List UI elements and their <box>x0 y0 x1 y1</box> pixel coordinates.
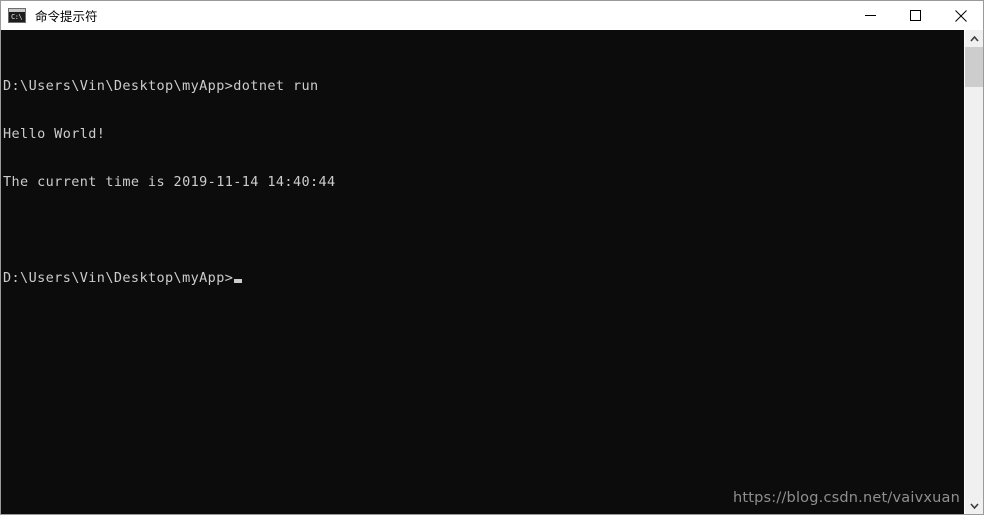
console-text: D:\Users\Vin\Desktop\myApp>dotnet run He… <box>3 46 336 318</box>
title-bar[interactable]: C:\ 命令提示符 <box>1 1 983 30</box>
maximize-button[interactable] <box>893 1 938 30</box>
maximize-icon <box>910 10 921 21</box>
console-line: Hello World! <box>3 126 106 142</box>
client-area: D:\Users\Vin\Desktop\myApp>dotnet run He… <box>1 30 983 514</box>
minimize-button[interactable] <box>848 1 893 30</box>
cmd-icon-prompt-text: C:\ <box>11 13 23 21</box>
console-prompt-text: D:\Users\Vin\Desktop\myApp> <box>3 270 234 286</box>
console-line: D:\Users\Vin\Desktop\myApp>dotnet run <box>3 78 319 94</box>
text-cursor <box>234 279 243 283</box>
console-prompt-line: D:\Users\Vin\Desktop\myApp> <box>3 270 336 286</box>
close-icon <box>954 9 967 22</box>
chevron-down-icon <box>969 502 979 509</box>
console-output-area[interactable]: D:\Users\Vin\Desktop\myApp>dotnet run He… <box>1 30 964 514</box>
vertical-scrollbar[interactable] <box>964 30 983 514</box>
window-controls <box>848 1 983 30</box>
scrollbar-track[interactable] <box>965 47 983 497</box>
scroll-down-button[interactable] <box>965 497 983 514</box>
scroll-up-button[interactable] <box>965 30 983 47</box>
window-title: 命令提示符 <box>35 9 98 24</box>
cmd-icon-titlebar-stripe <box>9 9 25 12</box>
close-button[interactable] <box>938 1 983 30</box>
watermark-url: https://blog.csdn.net/vaivxuan <box>732 490 960 506</box>
chevron-up-icon <box>969 35 979 42</box>
minimize-icon <box>865 15 876 16</box>
command-prompt-window: C:\ 命令提示符 D:\Users\Vin\Desktop\myApp>dot… <box>0 0 984 515</box>
console-line: The current time is 2019-11-14 14:40:44 <box>3 174 336 190</box>
title-bar-left: C:\ 命令提示符 <box>1 1 98 30</box>
cmd-icon: C:\ <box>8 8 26 23</box>
scrollbar-thumb[interactable] <box>965 47 983 87</box>
